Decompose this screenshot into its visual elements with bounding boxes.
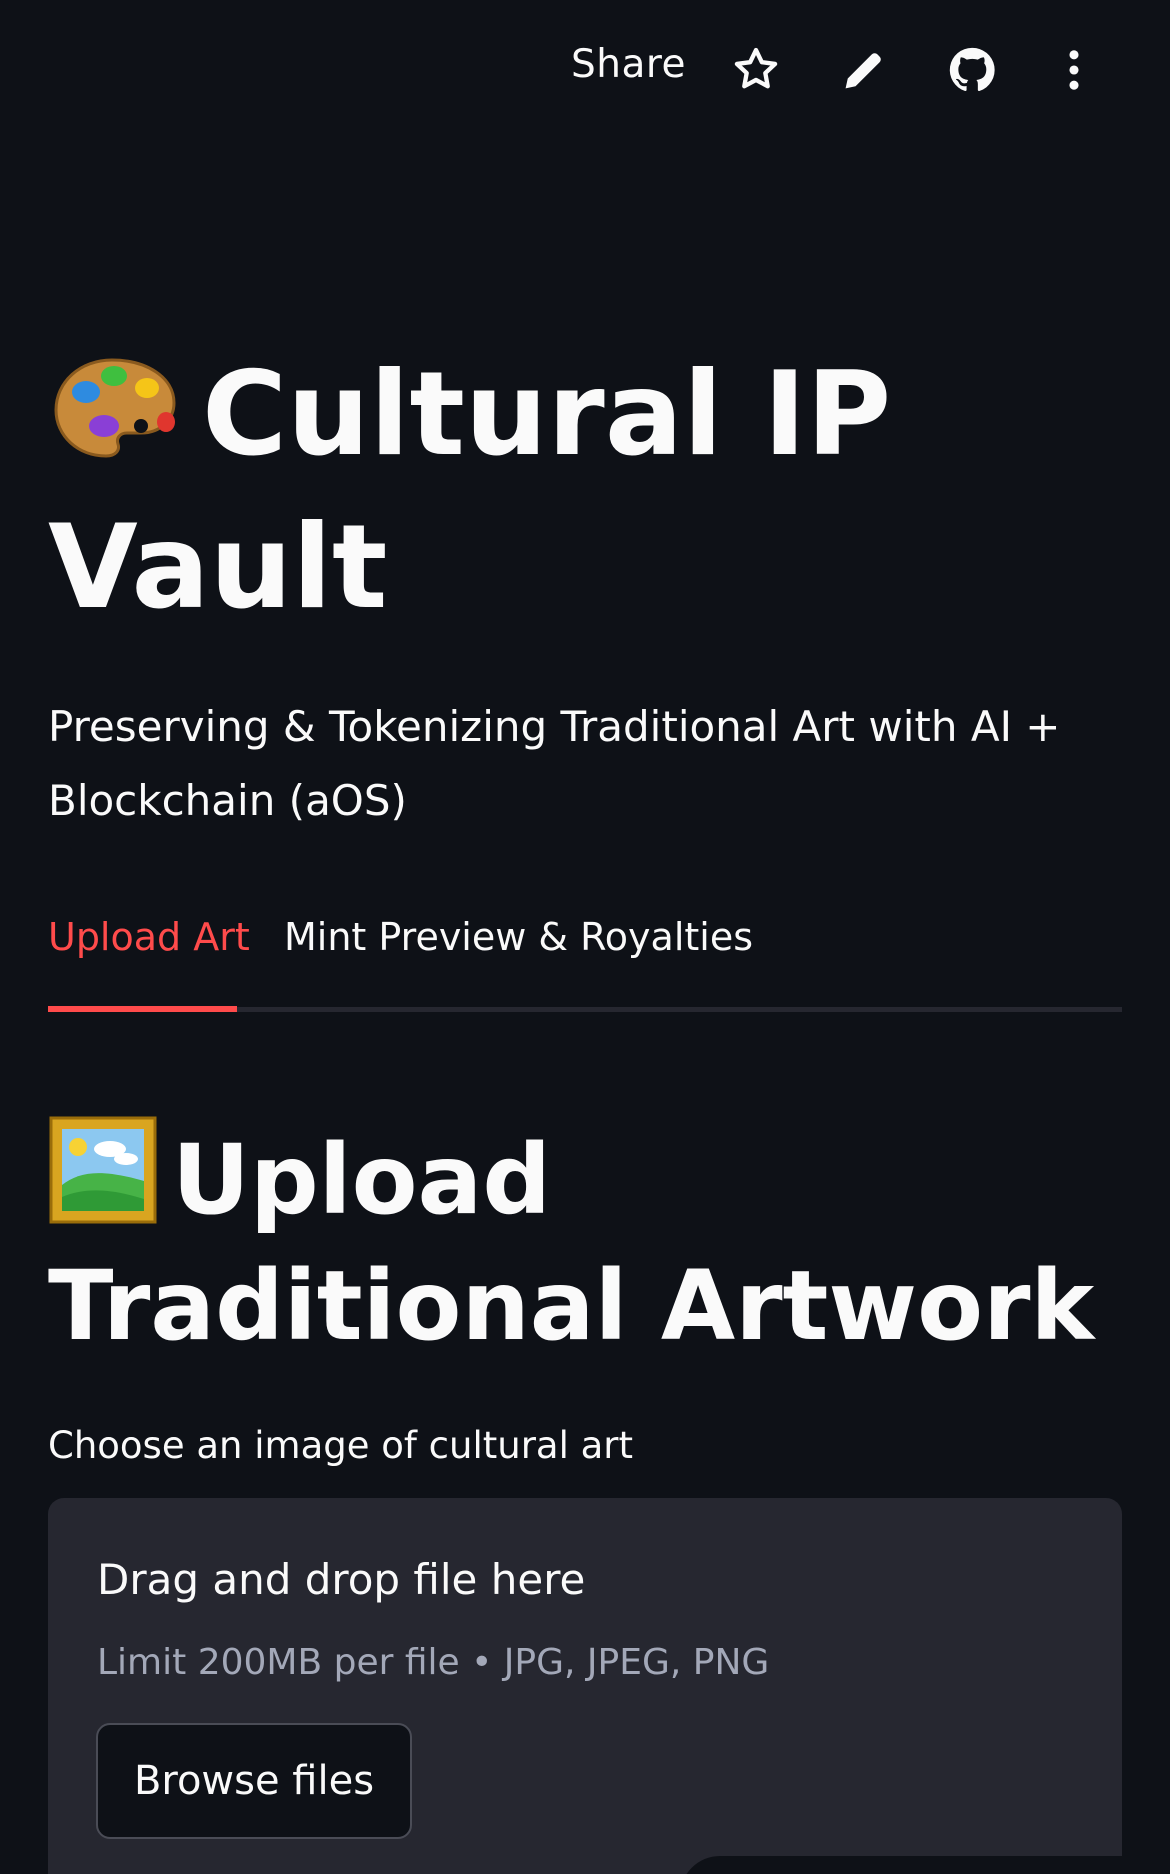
tab-upload-art[interactable]: Upload Art xyxy=(48,915,250,959)
pencil-icon[interactable] xyxy=(838,44,890,96)
page-title: Cultural IP Vault xyxy=(48,338,1118,644)
dropzone-title: Drag and drop file here xyxy=(97,1555,586,1604)
top-toolbar: Share xyxy=(0,0,1170,140)
active-tab-indicator xyxy=(48,1006,237,1012)
uploader-label: Choose an image of cultural art xyxy=(48,1424,634,1467)
floating-overlay xyxy=(680,1856,1170,1874)
app-page: Share Cultural IP Vault Preserving & Tok… xyxy=(0,0,1170,1874)
artist-palette-icon xyxy=(48,354,182,464)
star-icon[interactable] xyxy=(730,44,782,96)
framed-picture-icon xyxy=(48,1115,158,1225)
file-dropzone[interactable]: Drag and drop file here Limit 200MB per … xyxy=(48,1498,1122,1874)
tab-bar: Upload Art Mint Preview & Royalties xyxy=(48,915,1122,1012)
dropzone-limit-text: Limit 200MB per file • JPG, JPEG, PNG xyxy=(97,1642,770,1683)
more-vertical-icon[interactable] xyxy=(1048,44,1100,96)
browse-files-button[interactable]: Browse files xyxy=(96,1723,412,1839)
section-heading-text: Upload Traditional Artwork xyxy=(48,1124,1095,1362)
share-button[interactable]: Share xyxy=(571,42,686,87)
tab-mint-preview-royalties[interactable]: Mint Preview & Royalties xyxy=(284,915,753,959)
page-subtitle: Preserving & Tokenizing Traditional Art … xyxy=(48,702,1061,825)
github-icon[interactable] xyxy=(946,44,998,96)
section-heading: Upload Traditional Artwork xyxy=(48,1115,1138,1369)
